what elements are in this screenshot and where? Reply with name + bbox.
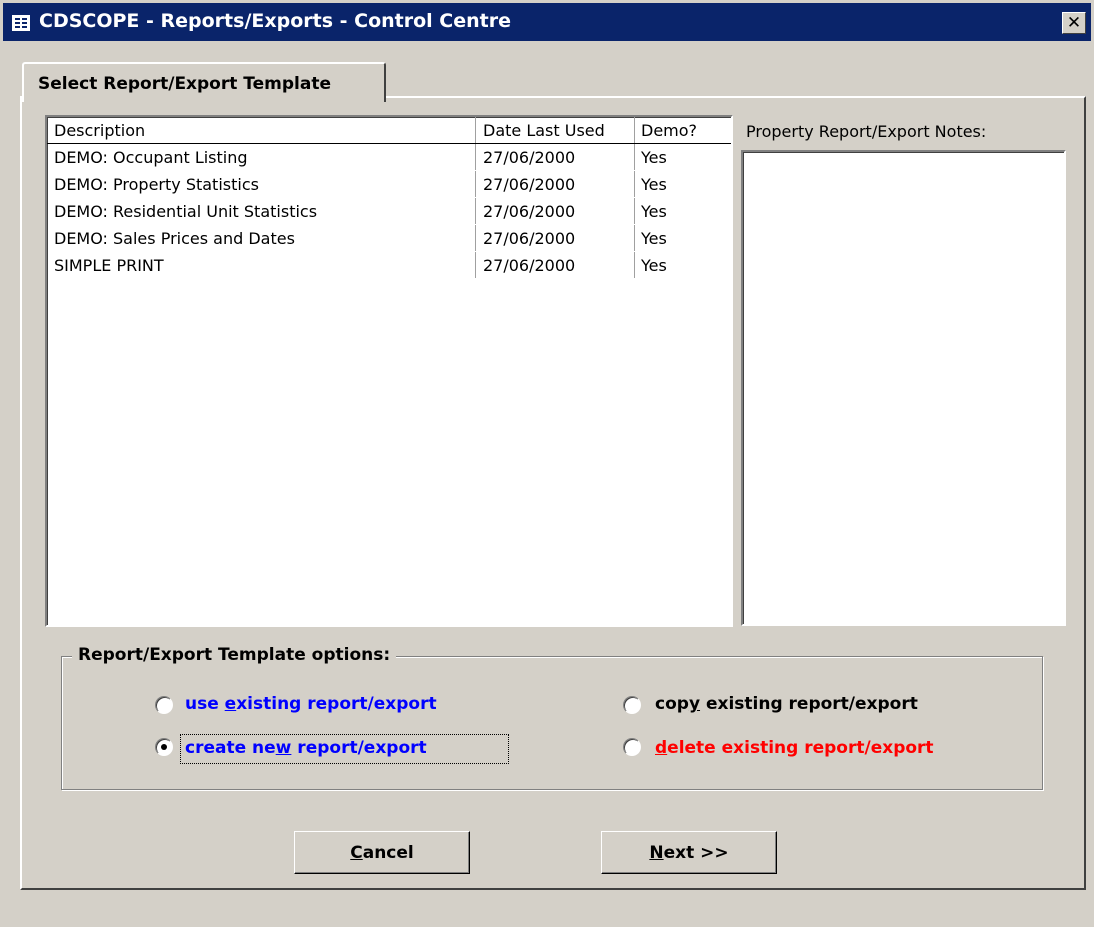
row-description: DEMO: Sales Prices and Dates — [54, 229, 295, 248]
next-label: ext >> — [663, 842, 729, 863]
title-bar: CDSCOPE - Reports/Exports - Control Cent… — [3, 3, 1091, 41]
row-description: DEMO: Occupant Listing — [54, 148, 248, 167]
copy-existing-accelerator: y — [688, 694, 701, 714]
row-description: DEMO: Residential Unit Statistics — [54, 202, 318, 221]
row-demo: Yes — [641, 229, 667, 248]
list-item[interactable]: DEMO: Occupant Listing 27/06/2000 Yes — [47, 144, 731, 171]
list-item[interactable]: DEMO: Property Statistics 27/06/2000 Yes — [47, 171, 731, 198]
row-date: 27/06/2000 — [483, 148, 576, 167]
template-listbox[interactable]: Description Date Last Used Demo? DEMO: O… — [45, 115, 733, 627]
notes-textbox[interactable] — [741, 150, 1066, 626]
row-date: 27/06/2000 — [483, 256, 576, 275]
column-header-date[interactable]: Date Last Used — [483, 121, 605, 140]
create-new-label[interactable]: create new report/export — [185, 738, 427, 758]
row-demo: Yes — [641, 175, 667, 194]
list-item[interactable]: DEMO: Residential Unit Statistics 27/06/… — [47, 198, 731, 225]
delete-existing-label[interactable]: delete existing report/export — [655, 738, 934, 758]
row-demo: Yes — [641, 148, 667, 167]
row-demo: Yes — [641, 202, 667, 221]
delete-existing-radio[interactable] — [623, 738, 641, 756]
row-demo: Yes — [641, 256, 667, 275]
create-new-text-post: report/export — [291, 738, 427, 758]
use-existing-label[interactable]: use existing report/export — [185, 694, 437, 714]
use-existing-accelerator: e — [224, 694, 237, 714]
row-description: DEMO: Property Statistics — [54, 175, 259, 194]
notes-label: Property Report/Export Notes: — [746, 122, 987, 141]
create-new-accelerator: w — [275, 738, 292, 758]
row-description: SIMPLE PRINT — [54, 256, 164, 275]
next-accelerator: N — [649, 842, 664, 863]
column-header-demo[interactable]: Demo? — [641, 121, 697, 140]
use-existing-radio[interactable] — [155, 696, 173, 714]
create-new-text-pre: create ne — [185, 738, 276, 758]
tab-select-template[interactable]: Select Report/Export Template — [22, 62, 386, 102]
delete-existing-accelerator: d — [655, 738, 668, 758]
use-existing-text-post: xisting report/export — [236, 694, 437, 714]
create-new-radio[interactable] — [155, 738, 173, 756]
list-item[interactable]: DEMO: Sales Prices and Dates 27/06/2000 … — [47, 225, 731, 252]
cancel-label: ancel — [362, 842, 414, 863]
close-button[interactable]: ✕ — [1062, 12, 1086, 34]
list-item[interactable]: SIMPLE PRINT 27/06/2000 Yes — [47, 252, 731, 279]
row-date: 27/06/2000 — [483, 229, 576, 248]
use-existing-text-pre: use — [185, 694, 225, 714]
copy-existing-text-post: existing report/export — [700, 694, 918, 714]
form-icon — [12, 15, 30, 31]
copy-existing-label[interactable]: copy existing report/export — [655, 694, 918, 714]
cancel-accelerator: C — [350, 842, 363, 863]
delete-existing-text-post: elete existing report/export — [667, 738, 934, 758]
cancel-button[interactable]: Cancel — [294, 831, 470, 874]
copy-existing-text-pre: cop — [655, 694, 689, 714]
next-button[interactable]: Next >> — [601, 831, 777, 874]
tab-label: Select Report/Export Template — [38, 74, 332, 94]
window-title: CDSCOPE - Reports/Exports - Control Cent… — [39, 10, 512, 32]
options-groupbox — [61, 656, 1043, 790]
row-date: 27/06/2000 — [483, 202, 576, 221]
dialog-window: CDSCOPE - Reports/Exports - Control Cent… — [0, 0, 1094, 927]
list-header: Description Date Last Used Demo? — [47, 117, 731, 144]
copy-existing-radio[interactable] — [623, 696, 641, 714]
row-date: 27/06/2000 — [483, 175, 576, 194]
options-group-label: Report/Export Template options: — [72, 645, 397, 665]
column-header-description[interactable]: Description — [54, 121, 145, 140]
